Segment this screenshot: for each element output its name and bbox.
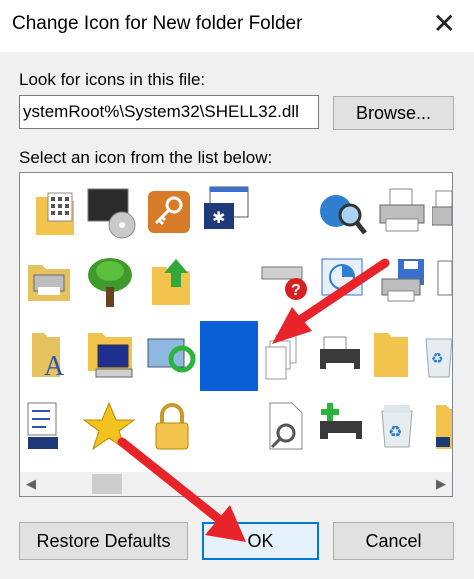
annotation-arrow-to-icon [272, 258, 390, 344]
annotation-arrows [117, 258, 390, 542]
annotation-arrow-to-ok [117, 437, 246, 542]
